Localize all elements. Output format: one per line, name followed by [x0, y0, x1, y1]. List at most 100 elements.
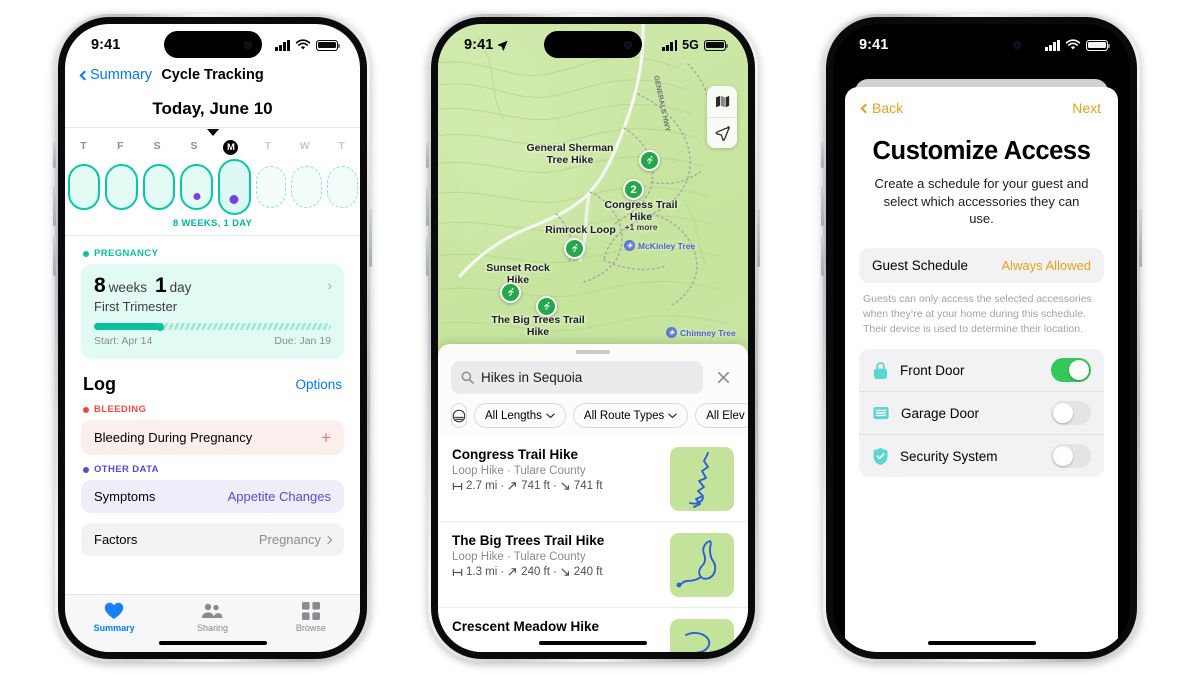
cycle-day-bar[interactable] [291, 166, 322, 208]
cycle-day-bar[interactable] [105, 164, 138, 210]
map-pin-hiker[interactable] [639, 150, 660, 171]
phone1-screen: 9:41 Summary Cycle Tracking Today, June … [65, 24, 360, 652]
locate-me-button[interactable] [707, 117, 737, 148]
phone-health-cycle-tracking: 9:41 Summary Cycle Tracking Today, June … [53, 14, 372, 662]
filter-all-elevation[interactable]: All Elev [695, 403, 748, 428]
map-poi-mckinley-tree[interactable]: ✦ McKinley Tree [624, 240, 695, 251]
back-to-summary-button[interactable]: Summary [79, 67, 152, 83]
mute-switch[interactable] [426, 142, 429, 168]
heart-icon [104, 602, 124, 619]
tab-browse[interactable]: Browse [262, 602, 360, 633]
bleeding-during-pregnancy-row[interactable]: Bleeding During Pregnancy + [81, 420, 344, 455]
list-item[interactable]: Crescent Meadow Hike [438, 608, 748, 652]
status-bar: 9:41 [833, 24, 1130, 66]
phone-maps-hikes: GENERALS HWY General Sherman Tree Hike 2 … [426, 14, 760, 662]
volume-up-button[interactable] [426, 186, 429, 226]
hike-results-list[interactable]: Congress Trail Hike Loop Hike · Tulare C… [438, 436, 748, 652]
volume-down-button[interactable] [426, 236, 429, 276]
volume-down-button[interactable] [53, 236, 56, 276]
toggle-front-door[interactable] [1051, 358, 1091, 383]
signal-bars-icon [275, 39, 290, 51]
map-pin-hiker[interactable] [500, 282, 521, 303]
guest-schedule-row[interactable]: Guest Schedule Always Allowed [859, 247, 1104, 283]
cycle-chart[interactable]: T F S S M T W T 8 WEEKS, 1 DAY [65, 127, 360, 236]
map-pin-count[interactable]: 2 [623, 179, 644, 200]
cycle-day-letter: W [299, 140, 310, 152]
back-label: Back [872, 100, 904, 116]
hike-stats: 1.3 mi · 240 ft · 240 ft [452, 563, 660, 578]
list-item[interactable]: The Big Trees Trail Hike Loop Hike · Tul… [438, 522, 748, 608]
route-thumbnail [670, 619, 734, 652]
accessory-row-front-door[interactable]: Front Door [859, 349, 1104, 391]
phone3-screen: 9:41 Back Next Customize Access Create a… [833, 24, 1130, 652]
volume-up-button[interactable] [53, 186, 56, 226]
map-poi-label: McKinley Tree [638, 240, 696, 251]
home-indicator[interactable] [539, 640, 647, 645]
factors-row[interactable]: Factors Pregnancy [81, 523, 344, 556]
location-arrow-icon [498, 40, 508, 50]
pregnancy-start-date: Start: Apr 14 [94, 335, 153, 347]
filter-all-route-types[interactable]: All Route Types [572, 403, 689, 428]
separator: · [552, 480, 557, 492]
lock-icon [873, 361, 888, 379]
cycle-day-bar[interactable] [218, 159, 251, 215]
filter-all-lengths[interactable]: All Lengths [474, 403, 566, 428]
pregnancy-card[interactable]: 8 weeks 1 day First Trimester › Start: A… [81, 264, 344, 359]
filter-toggle-button[interactable] [451, 403, 467, 428]
distance-icon [452, 482, 463, 490]
chevron-right-icon: › [327, 277, 332, 293]
map-layers-button[interactable] [707, 86, 737, 117]
symptoms-row[interactable]: Symptoms Appetite Changes [81, 480, 344, 513]
volume-down-button[interactable] [821, 236, 824, 276]
accessory-row-garage-door[interactable]: Garage Door [859, 391, 1104, 434]
cycle-day-letter: S [153, 140, 161, 152]
mute-switch[interactable] [821, 142, 824, 168]
filter-chips: All Lengths All Route Types All Elev [438, 403, 748, 436]
cycle-day-bar[interactable] [180, 164, 213, 210]
hike-title: Crescent Meadow Hike [452, 619, 600, 634]
cycle-event-dot [193, 193, 201, 200]
cycle-day-bar[interactable] [67, 164, 101, 210]
back-button[interactable]: Back [860, 100, 904, 116]
power-button[interactable] [1139, 209, 1142, 267]
cycle-day-bar[interactable] [255, 166, 287, 208]
other-data-label-text: OTHER DATA [94, 464, 159, 475]
search-input[interactable]: Hikes in Sequoia [451, 361, 703, 394]
home-indicator[interactable] [927, 640, 1036, 645]
factors-value-text: Pregnancy [258, 532, 321, 547]
map-poi-chimney-tree[interactable]: ✦ Chimney Tree [666, 327, 736, 338]
next-button[interactable]: Next [1072, 100, 1101, 116]
today-marker-icon [206, 129, 219, 136]
log-options-button[interactable]: Options [295, 377, 342, 392]
grid-icon [301, 602, 320, 620]
map-label-big-trees: The Big Trees Trail Hike [491, 314, 585, 339]
list-item[interactable]: Congress Trail Hike Loop Hike · Tulare C… [438, 436, 748, 522]
tab-sharing[interactable]: Sharing [163, 602, 261, 633]
add-icon[interactable]: + [321, 429, 331, 446]
tab-summary[interactable]: Summary [65, 602, 163, 633]
home-indicator[interactable] [158, 640, 267, 645]
cycle-day-bar[interactable] [142, 164, 176, 210]
power-button[interactable] [757, 209, 760, 267]
pregnancy-weeks-unit: weeks [108, 280, 147, 295]
status-time: 9:41 [91, 37, 121, 53]
map-pin-hiker[interactable] [564, 238, 585, 259]
toggle-security-system[interactable] [1051, 444, 1091, 469]
power-button[interactable] [369, 209, 372, 267]
shield-check-icon [873, 447, 888, 465]
ascent-icon [508, 568, 517, 576]
cycle-day-bar[interactable] [326, 166, 358, 208]
guest-schedule-note: Guests can only access the selected acce… [863, 292, 1092, 336]
filter-icon [452, 409, 466, 422]
sheet-grabber[interactable] [576, 350, 610, 354]
clear-search-button[interactable] [712, 366, 735, 389]
other-data-section-label: OTHER DATA [65, 455, 360, 480]
mute-switch[interactable] [53, 142, 56, 168]
toggle-garage-door[interactable] [1051, 401, 1091, 426]
page-title: Customize Access [872, 137, 1091, 165]
accessory-row-security-system[interactable]: Security System [859, 434, 1104, 477]
status-bar: 9:41 5G [438, 24, 748, 66]
volume-up-button[interactable] [821, 186, 824, 226]
tab-summary-label: Summary [93, 623, 135, 633]
route-shape-icon [676, 540, 717, 588]
